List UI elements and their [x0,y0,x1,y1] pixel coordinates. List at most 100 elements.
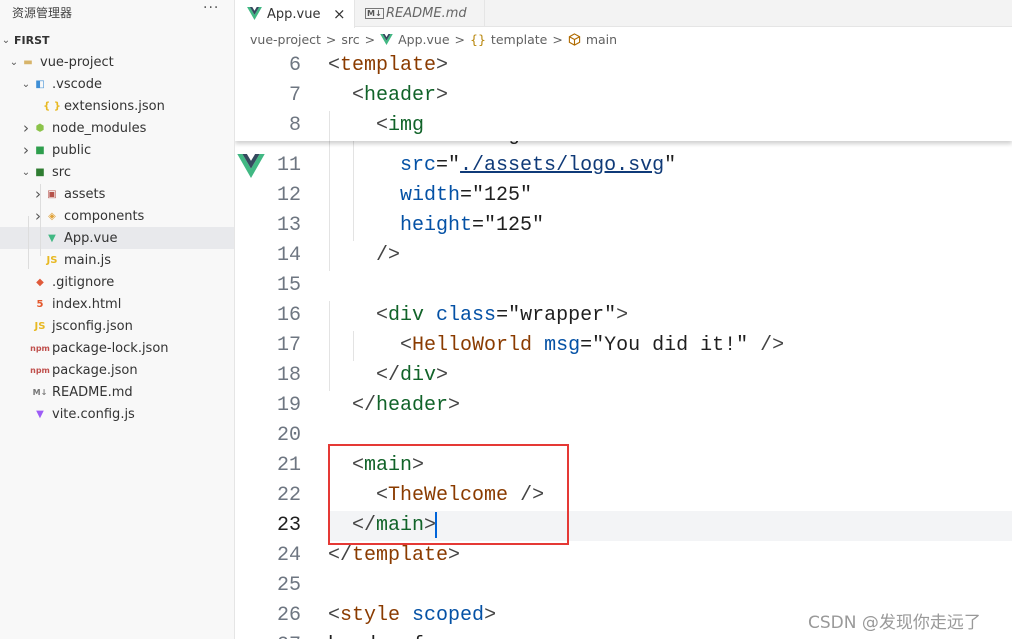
tree-item-label: package-lock.json [52,340,169,356]
code-line[interactable]: 6 <template> [235,51,1012,81]
line-number: 25 [276,574,301,597]
tree-item[interactable]: ▼ vite.config.js [0,403,234,425]
code-token: </ [328,544,353,567]
code-token: = [460,184,473,207]
code-line[interactable]: 11 src="./assets/logo.svg" [235,151,1012,181]
tree-item[interactable]: › ▣ assets [0,183,234,205]
indent-guide [329,331,330,361]
chevron-right-icon[interactable]: › [21,141,31,159]
tree-item-label: .vscode [52,76,102,92]
code-token: = [496,304,509,327]
code-token: < [400,334,413,357]
tree-item-label: public [52,142,92,158]
code-token: width [400,184,461,207]
chevron-right-icon[interactable]: › [33,185,43,203]
git-icon: ◆ [36,276,44,288]
code-token: HelloWorld [412,334,533,357]
code-line[interactable]: 18 </div> [235,361,1012,391]
tree-item[interactable]: ⌄ FIRST [0,29,234,51]
tree-item-label: main.js [64,252,111,268]
tree-item-label: src [52,164,71,180]
breadcrumb: vue-project > src > App.vue > {} templat… [250,32,617,47]
tree-item-label: index.html [52,296,122,312]
tree-item[interactable]: JS jsconfig.json [0,315,234,337]
code-line[interactable]: 17 <HelloWorld msg="You did it!" /> [235,331,1012,361]
code-token: style [340,604,401,627]
html5-icon: 5 [36,298,44,310]
tree-item[interactable]: npm package.json [0,359,234,381]
code-token: msg [544,334,581,357]
tree-item[interactable]: ▼ App.vue [0,227,234,249]
tab-app-vue[interactable]: App.vue × [235,0,355,28]
code-line[interactable]: 14 /> [235,241,1012,271]
code-line[interactable]: 8 <img [235,111,1012,141]
code-line[interactable]: 13 height="125" [235,211,1012,241]
code-line[interactable]: 25 [235,571,1012,601]
chevron-down-icon[interactable]: ⌄ [21,79,31,90]
breadcrumb-item[interactable]: App.vue [398,32,449,47]
breadcrumb-item[interactable]: template [491,32,547,47]
code-line[interactable]: 16 <div class="wrapper"> [235,301,1012,331]
code-token: > [616,304,629,327]
tree-item[interactable]: ⌄ ◧ .vscode [0,73,234,95]
code-editor[interactable]: 6<template>7<header>8<img 10class="logo"… [235,51,1012,639]
code-token: > [436,54,449,77]
code-token: /> [376,244,401,267]
code-token: = [436,154,449,177]
chevron-down-icon[interactable]: ⌄ [1,35,11,46]
tree-item[interactable]: › ⬢ node_modules [0,117,234,139]
code-token: "You did it!" [592,334,749,357]
tree-item[interactable]: npm package-lock.json [0,337,234,359]
tree-item-label: components [64,208,145,224]
code-line[interactable]: 19 </header> [235,391,1012,421]
tab-readme[interactable]: M↓ README.md [355,0,485,27]
sticky-scroll: 6 <template> 7 <header> 8 <img [235,51,1012,141]
tree-item[interactable]: ⌄ ■ src [0,161,234,183]
chevron-right-icon: > [325,32,337,47]
vue-icon: ▼ [48,232,56,244]
line-number: 16 [276,304,301,327]
tree-item[interactable]: › ■ public [0,139,234,161]
code-line[interactable]: 7 <header> [235,81,1012,111]
braces-icon: {} [470,32,486,47]
node-folder-icon: ⬢ [35,122,45,134]
public-folder-icon: ■ [35,144,45,156]
code-token: </ [352,394,377,417]
tree-item-label: jsconfig.json [52,318,133,334]
breadcrumb-item[interactable]: vue-project [250,32,321,47]
close-icon[interactable]: × [333,5,346,23]
code-line[interactable]: 12 width="125" [235,181,1012,211]
code-token: template [352,544,449,567]
line-number: 7 [288,84,301,107]
code-token: div [400,364,437,387]
explorer-title: 资源管理器 [12,6,73,20]
chevron-down-icon[interactable]: ⌄ [9,57,19,68]
breadcrumb-item[interactable]: src [341,32,359,47]
tree-item[interactable]: ⌄ ▬ vue-project [0,51,234,73]
chevron-right-icon: > [454,32,466,47]
text-cursor [435,512,437,538]
code-token: > [436,364,449,387]
breadcrumb-item[interactable]: main [586,32,617,47]
more-actions-button[interactable]: ··· [203,0,219,16]
line-number: 14 [276,244,301,267]
line-number: 6 [288,54,301,77]
tree-item[interactable]: 5 index.html [0,293,234,315]
watermark: CSDN @发现你走远了 [808,613,981,633]
tree-item[interactable]: › ◈ components [0,205,234,227]
code-line[interactable]: 24 </template> [235,541,1012,571]
tree-item[interactable]: { } extensions.json [0,95,234,117]
chevron-down-icon[interactable]: ⌄ [21,167,31,178]
chevron-right-icon[interactable]: › [21,119,31,137]
tree-item[interactable]: JS main.js [0,249,234,271]
code-line[interactable]: 15 [235,271,1012,301]
components-folder-icon: ◈ [48,210,56,222]
tree-item[interactable]: ◆ .gitignore [0,271,234,293]
code-token: < [376,304,389,327]
tab-label: README.md [386,6,467,21]
code-text: width="125" [400,181,532,211]
chevron-right-icon[interactable]: › [33,207,43,225]
code-text: </header> [352,391,460,421]
tree-item[interactable]: M↓ README.md [0,381,234,403]
